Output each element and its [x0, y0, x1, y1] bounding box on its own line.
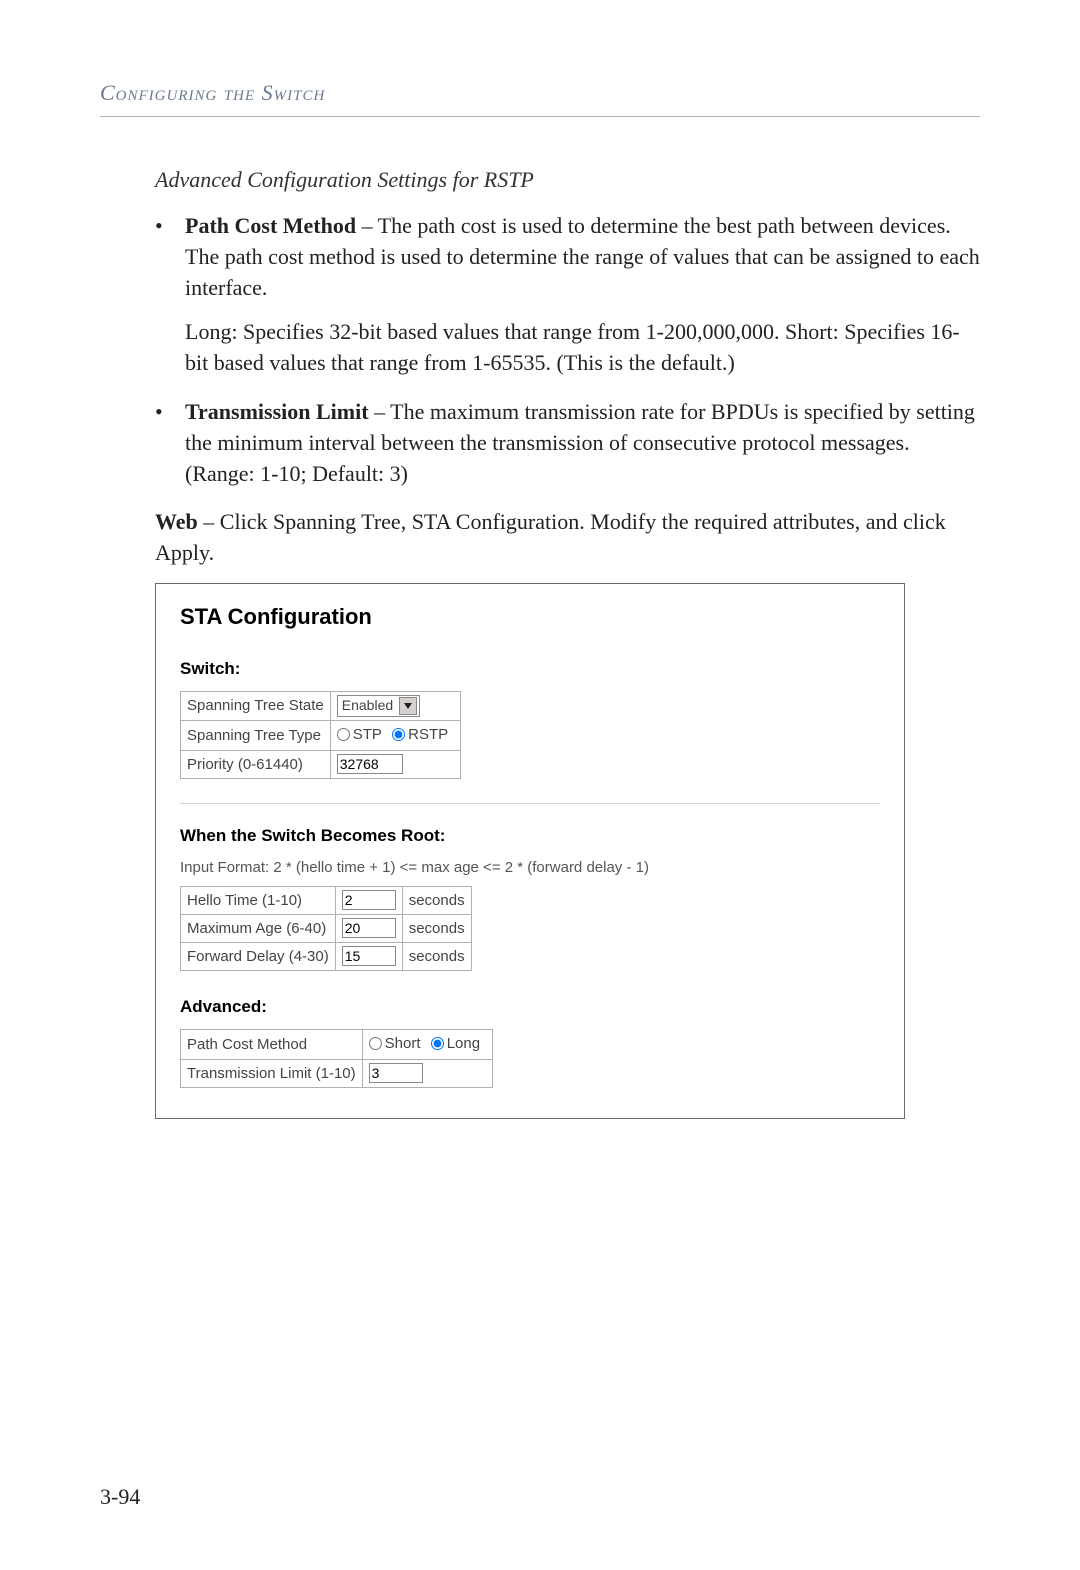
web-text: – Click Spanning Tree, STA Configuration… [155, 509, 946, 565]
section-divider [180, 803, 880, 804]
type-label: Spanning Tree Type [181, 720, 331, 750]
long-radio[interactable]: Long [431, 1033, 480, 1054]
stp-radio[interactable]: STP [337, 724, 382, 745]
stp-radio-input[interactable] [337, 728, 350, 741]
state-value-cell: Enabled [330, 691, 460, 720]
fwd-label: Forward Delay (4-30) [181, 943, 336, 971]
advanced-table: Path Cost Method Short Long Transmission [180, 1029, 493, 1088]
advanced-section-header: Advanced: [180, 995, 880, 1019]
priority-input[interactable] [337, 754, 403, 774]
bullet-item: Path Cost Method – The path cost is used… [155, 211, 980, 379]
bullet-item: Transmission Limit – The maximum transmi… [155, 397, 980, 489]
spanning-tree-state-select[interactable]: Enabled [337, 695, 420, 717]
bullet-title: Path Cost Method [185, 213, 356, 238]
short-radio[interactable]: Short [369, 1033, 421, 1054]
type-value-cell: STP RSTP [330, 720, 460, 750]
fwd-value-cell [335, 943, 402, 971]
sta-config-screenshot: STA Configuration Switch: Spanning Tree … [155, 583, 905, 1119]
input-format-hint: Input Format: 2 * (hello time + 1) <= ma… [180, 857, 880, 878]
rstp-radio-input[interactable] [392, 728, 405, 741]
bullet-list: Path Cost Method – The path cost is used… [155, 211, 980, 489]
transmission-limit-input[interactable] [369, 1063, 423, 1083]
hello-unit: seconds [402, 887, 471, 915]
pcm-label: Path Cost Method [181, 1030, 363, 1060]
priority-value-cell [330, 750, 460, 778]
stp-radio-label: STP [353, 724, 382, 745]
switch-table: Spanning Tree State Enabled Spanning Tre… [180, 691, 461, 779]
chevron-down-icon[interactable] [399, 697, 417, 715]
rstp-radio[interactable]: RSTP [392, 724, 448, 745]
fwd-unit: seconds [402, 943, 471, 971]
page-header: Configuring the Switch [100, 80, 980, 106]
table-row: Spanning Tree State Enabled [181, 691, 461, 720]
bullet-paragraph: Transmission Limit – The maximum transmi… [185, 397, 980, 489]
switch-section-header: Switch: [180, 657, 880, 681]
table-row: Priority (0-61440) [181, 750, 461, 778]
trans-label: Transmission Limit (1-10) [181, 1060, 363, 1088]
forward-delay-input[interactable] [342, 946, 396, 966]
screenshot-title: STA Configuration [180, 602, 880, 633]
state-label: Spanning Tree State [181, 691, 331, 720]
trans-value-cell [362, 1060, 492, 1088]
table-row: Spanning Tree Type STP RSTP [181, 720, 461, 750]
document-page: Configuring the Switch Advanced Configur… [0, 0, 1080, 1570]
bullet-subtext: Long: Specifies 32-bit based values that… [185, 317, 980, 379]
select-value: Enabled [342, 696, 399, 716]
body-text: Path Cost Method – The path cost is used… [100, 211, 980, 1119]
long-radio-label: Long [447, 1033, 480, 1054]
root-section-header: When the Switch Becomes Root: [180, 824, 880, 848]
long-radio-input[interactable] [431, 1037, 444, 1050]
short-radio-label: Short [385, 1033, 421, 1054]
web-lead: Web [155, 509, 198, 534]
table-row: Hello Time (1-10) seconds [181, 887, 472, 915]
max-age-input[interactable] [342, 918, 396, 938]
maxage-unit: seconds [402, 915, 471, 943]
maxage-label: Maximum Age (6-40) [181, 915, 336, 943]
table-row: Forward Delay (4-30) seconds [181, 943, 472, 971]
section-subtitle: Advanced Configuration Settings for RSTP [155, 167, 980, 193]
bullet-paragraph: Path Cost Method – The path cost is used… [185, 211, 980, 303]
pcm-value-cell: Short Long [362, 1030, 492, 1060]
priority-label: Priority (0-61440) [181, 750, 331, 778]
page-number: 3-94 [100, 1484, 140, 1510]
table-row: Path Cost Method Short Long [181, 1030, 493, 1060]
header-divider [100, 116, 980, 117]
maxage-value-cell [335, 915, 402, 943]
hello-value-cell [335, 887, 402, 915]
table-row: Transmission Limit (1-10) [181, 1060, 493, 1088]
rstp-radio-label: RSTP [408, 724, 448, 745]
hello-time-input[interactable] [342, 890, 396, 910]
root-table: Hello Time (1-10) seconds Maximum Age (6… [180, 886, 472, 971]
short-radio-input[interactable] [369, 1037, 382, 1050]
table-row: Maximum Age (6-40) seconds [181, 915, 472, 943]
web-paragraph: Web – Click Spanning Tree, STA Configura… [155, 507, 980, 569]
hello-label: Hello Time (1-10) [181, 887, 336, 915]
bullet-title: Transmission Limit [185, 399, 369, 424]
